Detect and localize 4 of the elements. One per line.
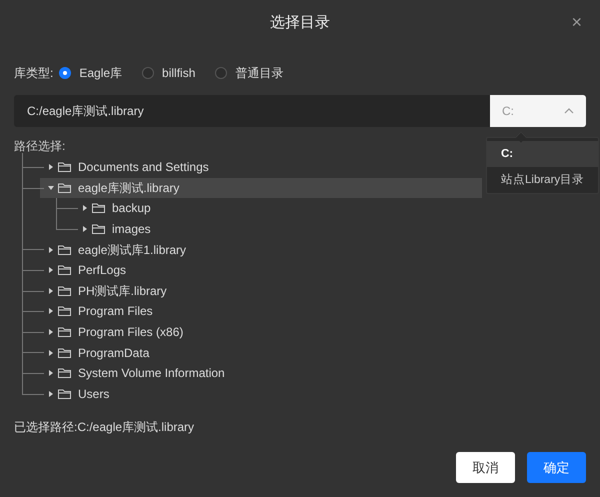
dialog-title: 选择目录: [270, 12, 330, 33]
library-type-label: 库类型:: [14, 65, 54, 82]
tree-label: 路径选择:: [14, 138, 66, 153]
selected-path-text: 已选择路径:C:/eagle库测试.library: [14, 419, 196, 436]
